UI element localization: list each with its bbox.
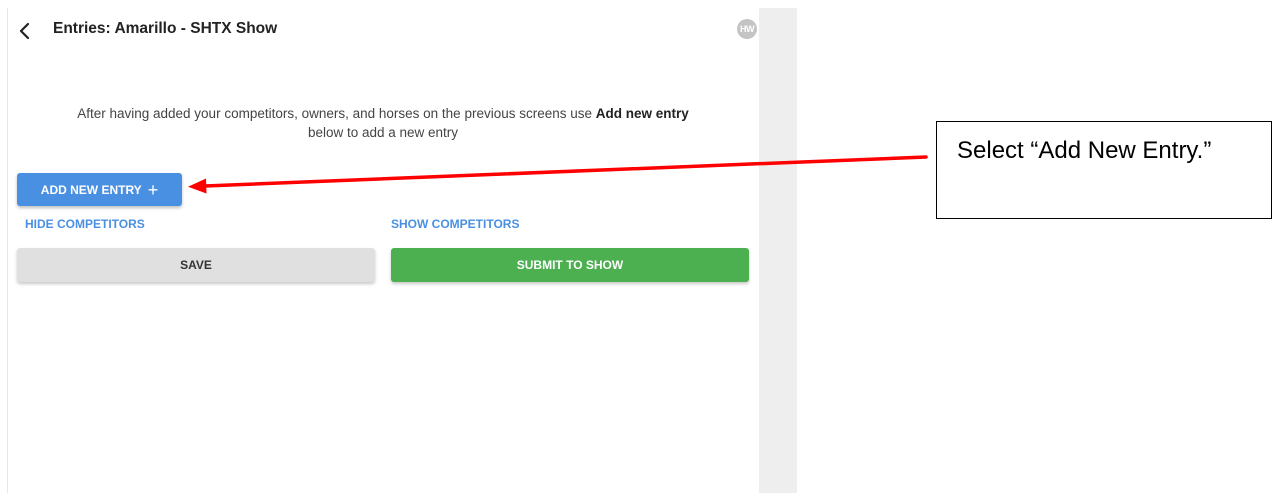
show-competitors-link[interactable]: SHOW COMPETITORS (391, 217, 519, 231)
add-new-entry-button[interactable]: ADD NEW ENTRY + (17, 173, 182, 206)
instructions-text-bold: Add new entry (595, 106, 689, 121)
submit-to-show-button[interactable]: SUBMIT TO SHOW (391, 248, 749, 282)
submit-button-label: SUBMIT TO SHOW (516, 258, 624, 272)
page-title: Entries: Amarillo - SHTX Show (53, 20, 278, 37)
add-new-entry-label: ADD NEW ENTRY (40, 182, 142, 197)
screenshot-page: Entries: Amarillo - SHTX Show HW After h… (0, 0, 1274, 493)
scrollbar-track[interactable] (759, 8, 797, 493)
panel-border (7, 8, 8, 493)
hide-competitors-link[interactable]: HIDE COMPETITORS (25, 217, 145, 231)
instructions-text-start: After having added your competitors, own… (77, 106, 596, 121)
annotation-callout: Select “Add New Entry.” (936, 121, 1272, 219)
instructions-text-end: below to add a new entry (307, 125, 459, 140)
save-button-label: SAVE (180, 258, 212, 272)
brand-logo-icon: HW (737, 19, 757, 39)
chevron-left-icon[interactable] (17, 22, 33, 40)
save-button[interactable]: SAVE (17, 248, 375, 282)
instructions-text: After having added your competitors, own… (18, 104, 748, 142)
plus-icon: + (147, 179, 159, 200)
